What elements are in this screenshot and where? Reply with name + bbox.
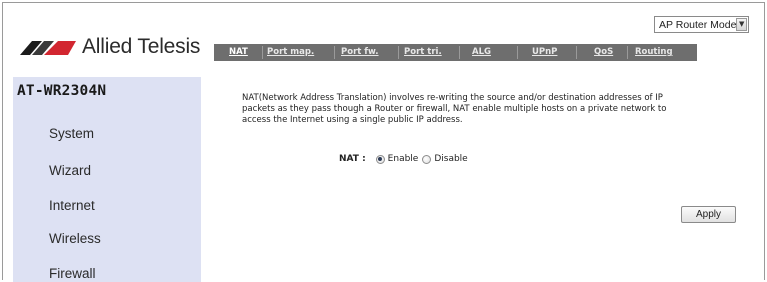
tab-divider	[459, 46, 460, 59]
sidebar-item-system[interactable]: System	[49, 126, 94, 141]
router-mode-select[interactable]: AP Router Mode ▼	[654, 16, 749, 33]
sidebar-item-wireless[interactable]: Wireless	[49, 231, 101, 246]
nat-disable-radio[interactable]	[422, 154, 432, 164]
tab-port-map[interactable]: Port map.	[267, 47, 314, 57]
tab-divider	[627, 46, 628, 59]
tab-divider	[517, 46, 518, 59]
tab-nat[interactable]: NAT	[229, 47, 248, 57]
description-line: NAT(Network Address Translation) involve…	[242, 93, 663, 103]
sidebar-item-wizard[interactable]: Wizard	[49, 163, 91, 178]
device-model: AT-WR2304N	[17, 83, 107, 99]
tab-port-tri[interactable]: Port tri.	[404, 47, 442, 57]
tab-alg[interactable]: ALG	[472, 47, 491, 57]
tab-divider	[334, 46, 335, 59]
tab-routing[interactable]: Routing	[635, 47, 673, 57]
nat-enable-label[interactable]: Enable	[388, 154, 419, 164]
router-mode-value: AP Router Mode	[659, 18, 737, 31]
tab-qos[interactable]: QoS	[594, 47, 613, 57]
tab-divider	[576, 46, 577, 59]
nat-description: NAT(Network Address Translation) involve…	[242, 93, 742, 126]
apply-button[interactable]: Apply	[681, 206, 736, 223]
sidebar-item-internet[interactable]: Internet	[49, 198, 95, 213]
sidebar-item-firewall[interactable]: Firewall	[49, 266, 96, 281]
description-line: access the Internet using a single publi…	[242, 115, 463, 125]
logo-wordmark: Allied Telesis	[82, 35, 201, 58]
nat-disable-label[interactable]: Disable	[434, 154, 467, 164]
nat-label: NAT :	[339, 154, 366, 164]
chevron-down-icon[interactable]: ▼	[736, 18, 747, 31]
tab-upnp[interactable]: UPnP	[532, 47, 557, 57]
description-line: packets as they pass though a Router or …	[242, 104, 667, 114]
nat-setting-row: NAT : Enable Disable	[339, 154, 472, 164]
tab-port-fw[interactable]: Port fw.	[341, 47, 379, 57]
tab-divider	[262, 46, 263, 59]
allied-telesis-logo: Allied Telesis	[20, 35, 200, 59]
tab-divider	[398, 46, 399, 59]
logo-mark-icon	[20, 41, 76, 55]
sidebar: AT-WR2304N System Wizard Internet Wirele…	[13, 77, 201, 282]
nat-enable-radio[interactable]	[375, 154, 385, 164]
tab-bar: NAT Port map. Port fw. Port tri. ALG UPn…	[214, 44, 697, 61]
